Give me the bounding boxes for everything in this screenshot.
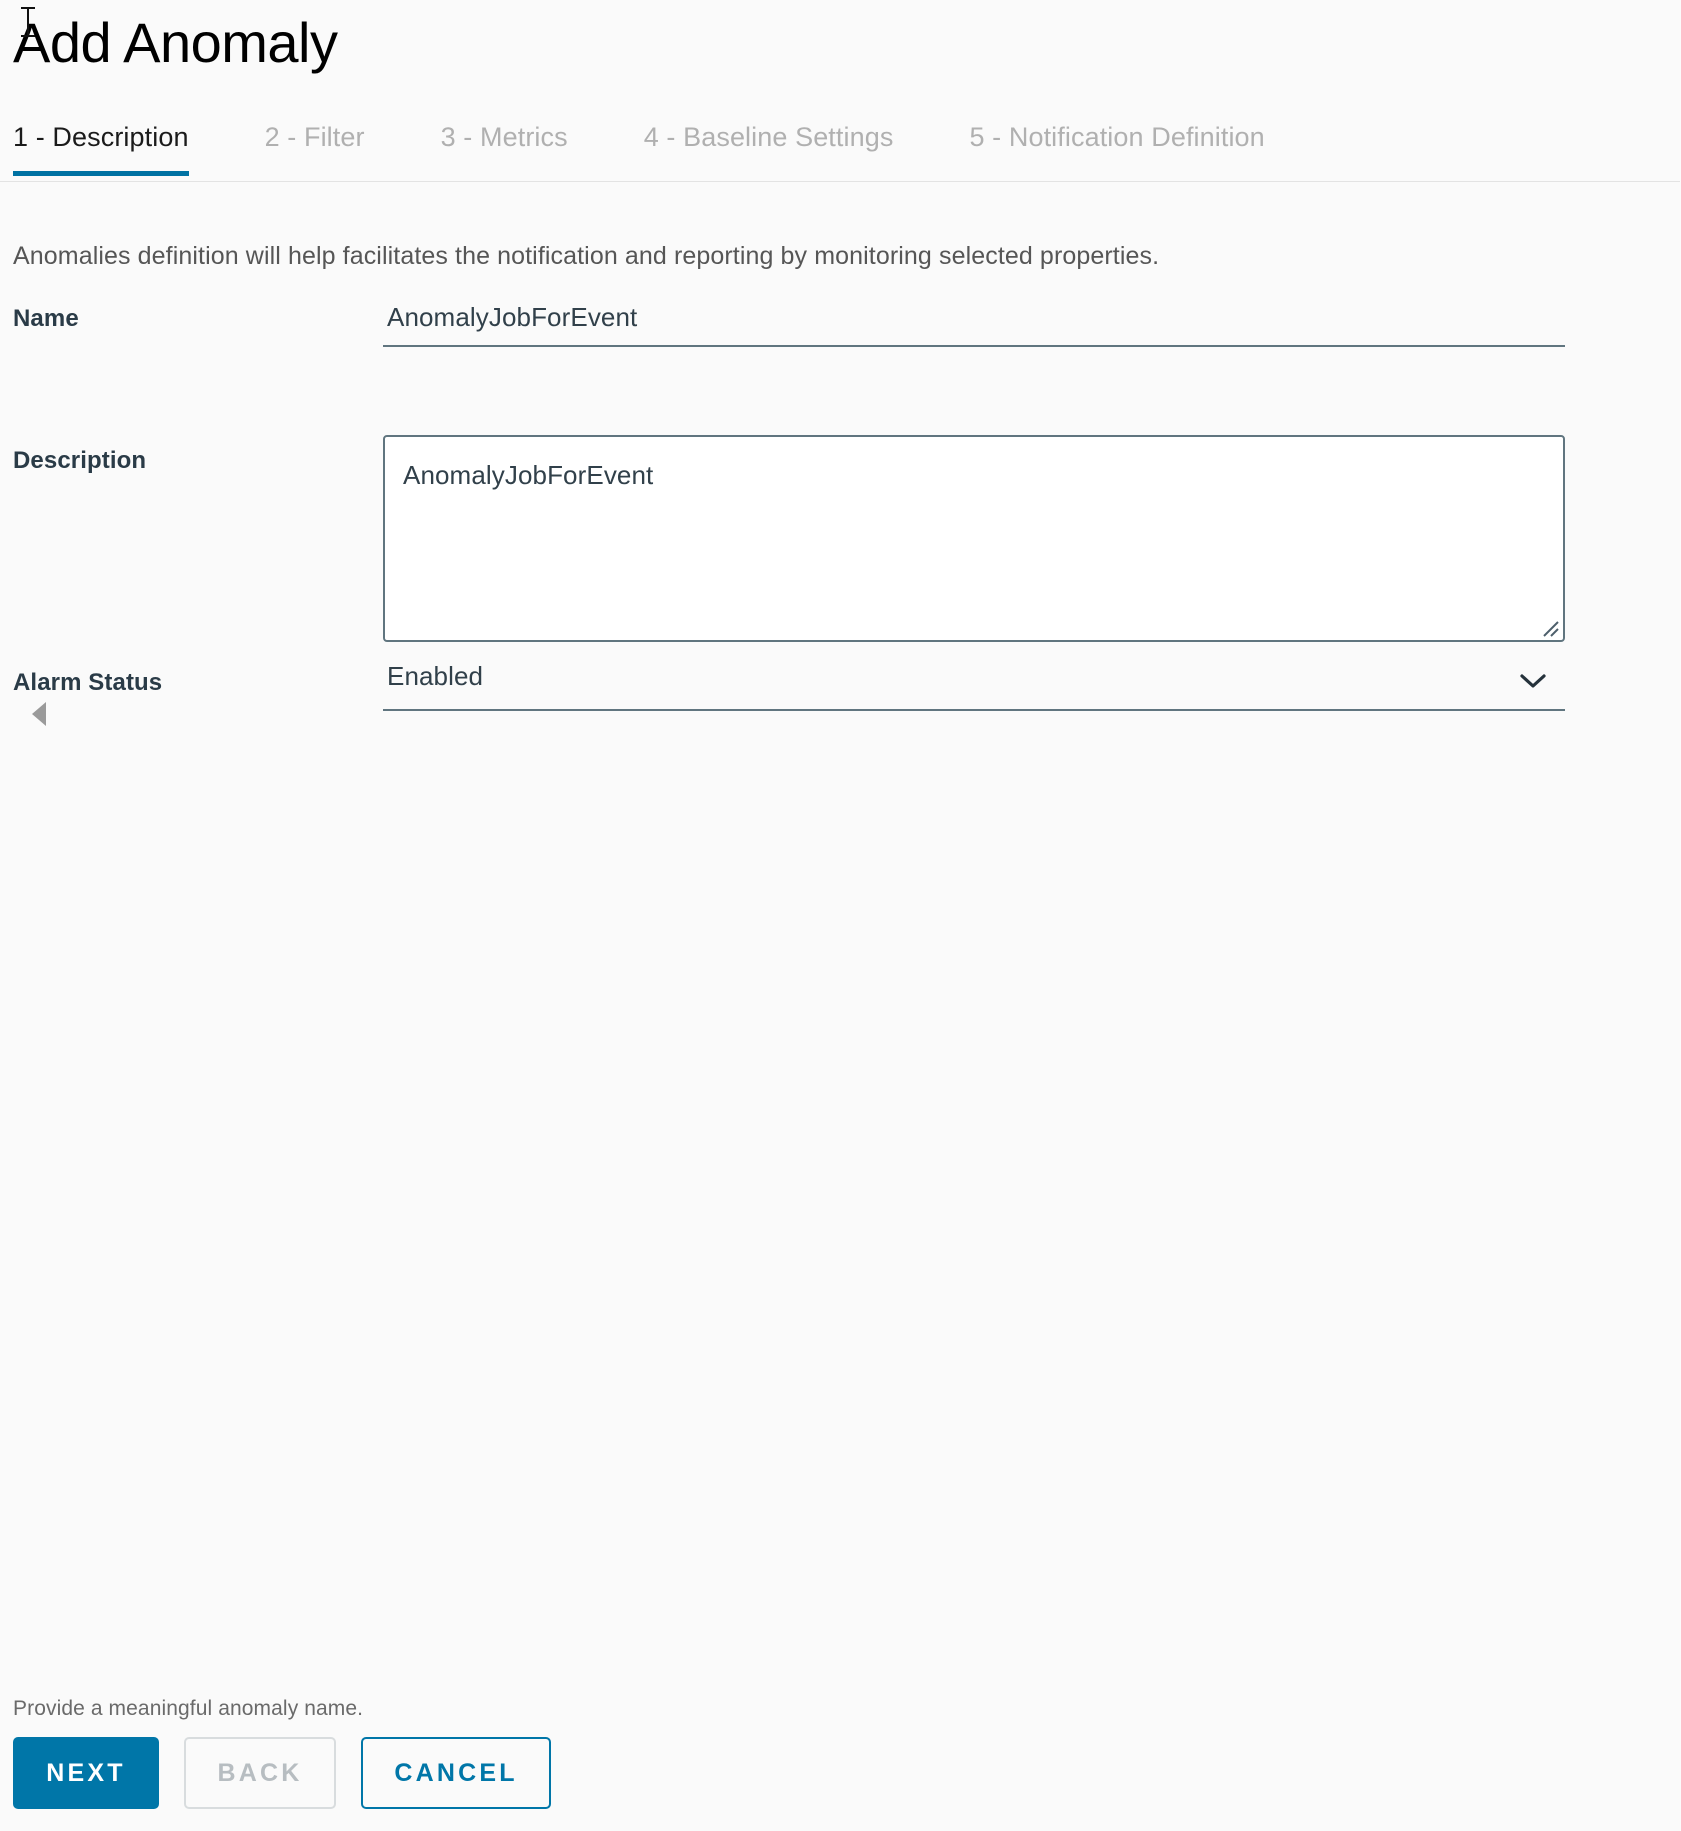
wizard-footer: Provide a meaningful anomaly name. NEXT … — [0, 1697, 1681, 1831]
page-title: Add Anomaly — [13, 11, 338, 74]
name-label: Name — [13, 305, 79, 332]
tab-1-description[interactable]: 1 - Description — [13, 110, 189, 176]
footer-hint: Provide a meaningful anomaly name. — [13, 1697, 364, 1720]
chevron-down-icon[interactable] — [1519, 671, 1547, 691]
field-row-name: Name — [0, 295, 1681, 387]
tab-5-notification-definition[interactable]: 5 - Notification Definition — [969, 110, 1264, 175]
back-button: BACK — [184, 1737, 336, 1809]
footer-button-row: NEXT BACK CANCEL — [13, 1737, 551, 1809]
description-label: Description — [13, 447, 147, 474]
cancel-button[interactable]: CANCEL — [361, 1737, 551, 1809]
next-button[interactable]: NEXT — [13, 1737, 159, 1809]
wizard-tabbar: 1 - Description 2 - Filter 3 - Metrics 4… — [0, 110, 1681, 182]
add-anomaly-wizard: Add Anomaly 1 - Description 2 - Filter 3… — [0, 0, 1681, 1831]
caret-left-icon[interactable] — [26, 699, 52, 729]
field-row-description: Description — [0, 387, 1681, 659]
tab-2-filter[interactable]: 2 - Filter — [265, 110, 365, 175]
field-row-alarm-status: Alarm Status Enabled — [0, 659, 1681, 759]
tab-4-baseline-settings[interactable]: 4 - Baseline Settings — [644, 110, 894, 175]
alarm-status-label: Alarm Status — [13, 669, 163, 696]
tab-3-metrics[interactable]: 3 - Metrics — [441, 110, 568, 175]
name-input[interactable] — [383, 295, 1565, 347]
description-form: Name Description Alarm Status Enabled — [0, 295, 1681, 759]
alarm-status-value: Enabled — [387, 661, 484, 691]
alarm-status-select[interactable]: Enabled — [383, 659, 1565, 711]
intro-text: Anomalies definition will help facilitat… — [13, 242, 1160, 270]
description-textarea[interactable] — [383, 435, 1565, 642]
